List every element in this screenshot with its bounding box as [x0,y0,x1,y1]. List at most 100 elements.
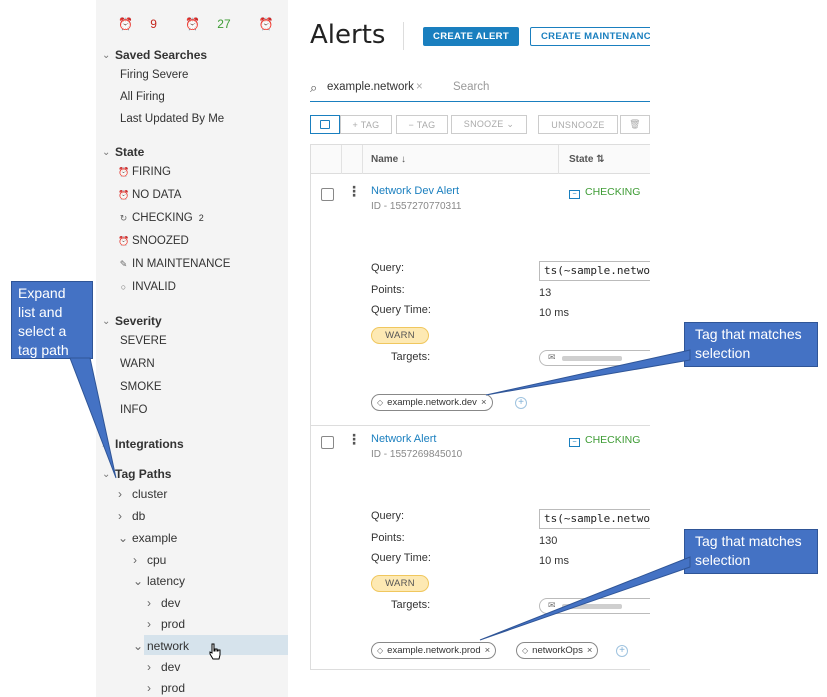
alert-tag[interactable]: ◇ example.network.prod × [371,642,497,659]
alert-state: ~ CHECKING [569,186,640,199]
query-label: Query: [371,510,405,522]
tag-path-latency[interactable]: ⌄ latency [133,574,185,588]
alert-name-link[interactable]: Network Alert [371,433,436,445]
saved-search-item[interactable]: Firing Severe [120,69,188,81]
add-tag-button[interactable]: + TAG [340,115,392,134]
severity-badge: WARN [371,327,429,344]
column-header-name[interactable]: Name ↓ [371,154,406,165]
select-all-checkbox[interactable] [310,115,340,134]
alert-id: ID - 1557270770311 [371,201,462,212]
tag-path-db[interactable]: › db [118,509,145,523]
alert-name-link[interactable]: Network Dev Alert [371,185,459,197]
tag-path-latency-dev[interactable]: › dev [147,596,180,610]
table-header: Name ↓ State ⇅ [311,145,650,174]
alarm-clock-icon: ⏰ [118,236,130,246]
points-label: Points: [371,284,405,296]
chevron-right-icon[interactable]: › [147,660,161,674]
add-tag-icon[interactable]: + [616,645,628,657]
tag-paths-section-title[interactable]: Tag Paths [115,467,171,481]
close-icon[interactable]: × [481,397,487,408]
chevron-right-icon[interactable]: › [118,509,132,523]
close-icon[interactable]: × [416,81,423,93]
alarm-clock-icon: ⏰ [184,17,200,31]
query-time-value: 10 ms [539,307,569,319]
envelope-icon: ✉ [548,352,556,362]
state-item-snoozed[interactable]: ⏰ SNOOZED [118,235,189,247]
alarm-clock-icon: ⏰ [118,17,133,31]
state-item-in-maintenance[interactable]: ✎ IN MAINTENANCE [118,258,231,270]
state-item-checking[interactable]: ↻ CHECKING 2 [118,212,204,224]
chevron-down-icon[interactable]: ⌄ [102,469,110,480]
divider [403,22,404,50]
chevron-right-icon[interactable]: › [147,681,161,695]
search-filter-chip[interactable]: example.network × [327,81,423,93]
search-input[interactable]: Search [453,81,489,93]
checking-count[interactable]: ⏰ 27 [185,17,245,31]
tag-path-network[interactable]: ⌄ network [133,639,189,653]
more-options-icon[interactable]: ⋮ [347,183,361,200]
more-options-icon[interactable]: ⋮ [347,431,361,448]
chevron-right-icon[interactable]: › [102,439,105,450]
tag-path-network-prod[interactable]: › prod [147,681,185,695]
firing-count[interactable]: ⏰ 9 [118,17,171,31]
state-item-invalid[interactable]: ○ INVALID [118,281,176,293]
tag-icon: ◇ [522,646,529,655]
tag-icon: ◇ [377,646,384,655]
alert-state: ~ CHECKING [569,434,640,447]
wrench-icon: ✎ [119,259,128,269]
sidebar: ⏰ 9⏰ 27⏰ 124✎ 2 ⌄ Saved Searches Firing … [96,0,373,697]
trash-icon[interactable]: 🗑 [620,115,650,134]
saved-searches-title[interactable]: Saved Searches [115,48,207,62]
state-section-title[interactable]: State [115,145,144,159]
saved-search-item[interactable]: Last Updated By Me [120,113,224,125]
create-alert-button[interactable]: CREATE ALERT [423,27,519,46]
snooze-button[interactable]: SNOOZE ⌄ [451,115,527,134]
create-maintenance-button[interactable]: CREATE MAINTENANC [530,27,650,46]
chevron-right-icon[interactable]: › [147,596,161,610]
chevron-right-icon[interactable]: › [118,487,132,501]
column-header-state[interactable]: State ⇅ [569,154,605,165]
target-pill: ✉ [539,598,650,614]
tag-path-cpu[interactable]: › cpu [133,553,166,567]
query-value: ts(~sample.network [539,509,650,529]
tag-path-cluster[interactable]: › cluster [118,487,167,501]
tag-path-network-dev[interactable]: › dev [147,660,180,674]
chevron-right-icon[interactable]: › [147,617,161,631]
chevron-down-icon[interactable]: ⌄ [102,147,110,158]
severity-item-warn[interactable]: WARN [120,358,155,370]
chevron-down-icon[interactable]: ⌄ [133,639,147,653]
chevron-right-icon[interactable]: › [133,553,147,567]
chevron-down-icon[interactable]: ⌄ [102,50,110,61]
refresh-icon: ↻ [119,213,128,223]
severity-section-title[interactable]: Severity [115,314,162,328]
tag-path-example[interactable]: ⌄ example [118,531,177,545]
alert-tag[interactable]: ◇ example.network.dev × [371,394,493,411]
alarm-clock-icon: ⏰ [118,167,130,177]
close-icon[interactable]: × [485,645,491,656]
chevron-down-icon[interactable]: ⌄ [133,574,147,588]
unsnooze-button[interactable]: UNSNOOZE [538,115,618,134]
add-tag-icon[interactable]: + [515,397,527,409]
callout-tag-match-1: Tag that matches selection [684,322,818,367]
close-icon[interactable]: × [587,645,593,656]
chevron-down-icon[interactable]: ⌄ [102,316,110,327]
alarm-clock-icon: ⏰ [258,17,274,31]
row-checkbox[interactable] [321,188,334,201]
tag-path-latency-prod[interactable]: › prod [147,617,185,631]
remove-tag-button[interactable]: − TAG [396,115,448,134]
targets-label: Targets: [391,599,431,611]
query-label: Query: [371,262,405,274]
severity-item-severe[interactable]: SEVERE [120,335,167,347]
integrations-section-title[interactable]: Integrations [115,437,184,451]
alert-tag[interactable]: ◇ networkOps × [516,642,599,659]
chevron-down-icon[interactable]: ⌄ [118,531,132,545]
search-bar[interactable]: ⌕ example.network × Search [310,74,650,102]
severity-item-smoke[interactable]: SMOKE [120,381,162,393]
state-item-no-data[interactable]: ⏰ NO DATA [118,189,181,201]
severity-badge: WARN [371,575,429,592]
row-checkbox[interactable] [321,436,334,449]
state-item-firing[interactable]: ⏰ FIRING [118,166,171,178]
query-time-label: Query Time: [371,304,431,316]
saved-search-item[interactable]: All Firing [120,91,165,103]
severity-item-info[interactable]: INFO [120,404,147,416]
